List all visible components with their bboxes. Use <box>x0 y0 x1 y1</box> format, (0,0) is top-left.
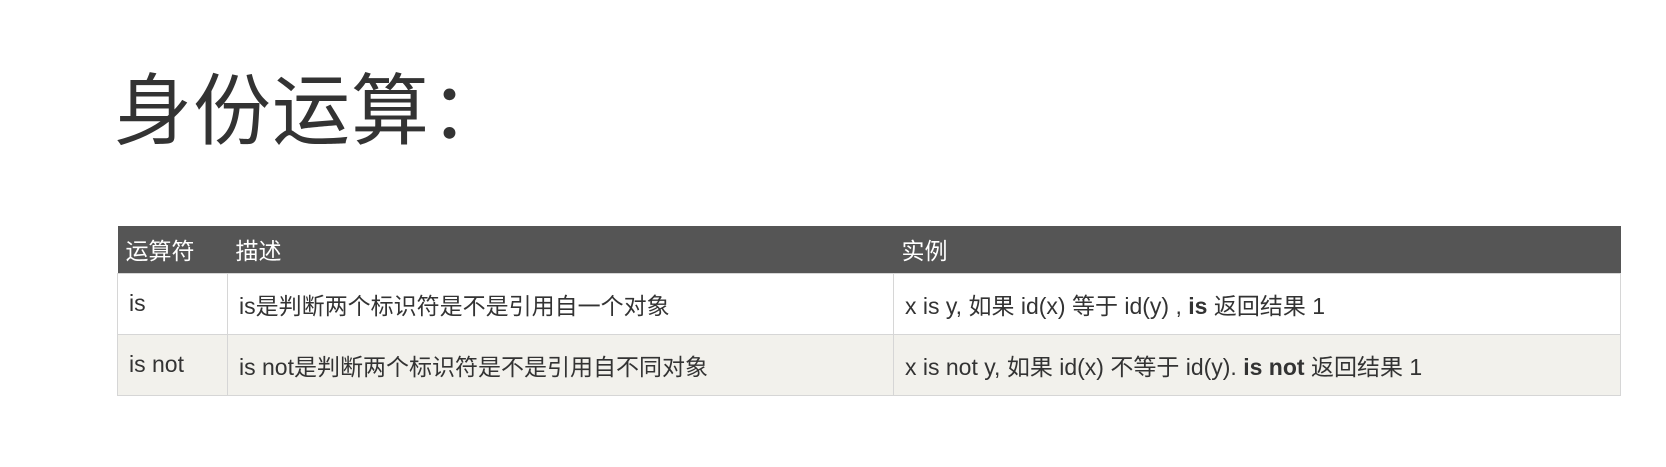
example-result-text: 返回结果 1 <box>1207 292 1326 319</box>
example-keyword: is not <box>1243 353 1305 380</box>
identity-operators-table: 运算符 描述 实例 is is是判断两个标识符是不是引用自一个对象 x is y… <box>117 226 1621 396</box>
example-text: x is not y, 如果 id(x) 不等于 id(y). <box>905 353 1244 380</box>
table-header-row: 运算符 描述 实例 <box>117 226 1621 273</box>
example-cell: x is y, 如果 id(x) 等于 id(y) , is 返回结果 1 <box>893 272 1621 335</box>
example-cell: x is not y, 如果 id(x) 不等于 id(y). is not 返… <box>893 333 1621 396</box>
page-title: 身份运算： <box>114 67 510 157</box>
header-description: 描述 <box>235 238 282 265</box>
description-cell: is是判断两个标识符是不是引用自一个对象 <box>227 272 894 335</box>
header-example: 实例 <box>901 238 948 265</box>
description-cell: is not是判断两个标识符是不是引用自不同对象 <box>227 333 894 396</box>
example-keyword: is <box>1188 292 1208 319</box>
example-text: x is y, 如果 id(x) 等于 id(y) , <box>905 292 1189 319</box>
table-row: is not is not是判断两个标识符是不是引用自不同对象 x is not… <box>117 333 1621 396</box>
example-result-text: 返回结果 1 <box>1304 353 1423 380</box>
header-operator: 运算符 <box>125 238 195 265</box>
table-row: is is是判断两个标识符是不是引用自一个对象 x is y, 如果 id(x)… <box>117 272 1621 335</box>
operator-cell: is not <box>117 333 228 396</box>
operator-cell: is <box>117 272 228 335</box>
